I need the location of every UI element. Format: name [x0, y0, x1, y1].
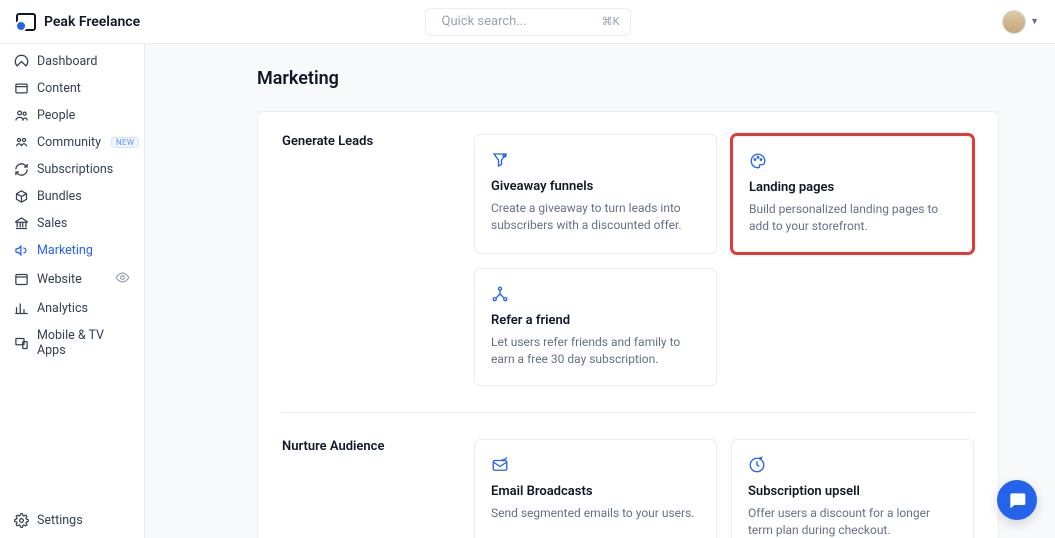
brand-logo-icon — [16, 13, 36, 31]
card-title: Refer a friend — [491, 313, 700, 328]
community-icon — [14, 135, 29, 150]
sidebar-item-settings[interactable]: Settings — [0, 507, 144, 534]
avatar — [1002, 10, 1026, 34]
sidebar-item-label: Sales — [37, 216, 67, 231]
sidebar-item-label: Subscriptions — [37, 162, 113, 177]
card-landing-pages[interactable]: Landing pages Build personalized landing… — [731, 134, 974, 254]
sidebar-item-label: Community — [37, 135, 101, 150]
bank-icon — [14, 216, 29, 231]
refresh-icon — [14, 162, 29, 177]
card-title: Giveaway funnels — [491, 179, 700, 194]
megaphone-icon — [14, 243, 29, 258]
search-shortcut: ⌘K — [602, 15, 620, 28]
sidebar-item-label: Settings — [37, 513, 83, 528]
sidebar-item-label: People — [37, 108, 75, 123]
chart-icon — [14, 301, 29, 316]
palette-icon — [749, 152, 767, 170]
section-title: Nurture Audience — [282, 439, 450, 538]
package-icon — [14, 189, 29, 204]
card-title: Email Broadcasts — [491, 484, 700, 499]
card-desc: Build personalized landing pages to add … — [749, 201, 956, 236]
sidebar-item-mobile-tv[interactable]: Mobile & TV Apps — [0, 322, 144, 364]
sidebar-item-subscriptions[interactable]: Subscriptions — [0, 156, 144, 183]
sidebar: Dashboard Content People Community NEW S… — [0, 44, 145, 538]
card-giveaway-funnels[interactable]: Giveaway funnels Create a giveaway to tu… — [474, 134, 717, 254]
sidebar-item-bundles[interactable]: Bundles — [0, 183, 144, 210]
section-title: Generate Leads — [282, 134, 450, 386]
search-placeholder: Quick search... — [442, 14, 527, 29]
funnel-icon — [491, 151, 509, 169]
sidebar-item-community[interactable]: Community NEW — [0, 129, 144, 156]
sidebar-item-marketing[interactable]: Marketing — [0, 237, 144, 264]
sidebar-item-website[interactable]: Website — [0, 264, 144, 295]
sidebar-item-analytics[interactable]: Analytics — [0, 295, 144, 322]
sidebar-item-label: Content — [37, 81, 81, 96]
eye-icon — [115, 270, 130, 289]
card-email-broadcasts[interactable]: Email Broadcasts Send segmented emails t… — [474, 439, 717, 538]
folder-icon — [14, 81, 29, 96]
card-desc: Create a giveaway to turn leads into sub… — [491, 200, 700, 235]
card-subscription-upsell[interactable]: Subscription upsell Offer users a discou… — [731, 439, 974, 538]
sidebar-item-label: Bundles — [37, 189, 82, 204]
section-generate-leads: Generate Leads Giveaway funnels Create a… — [282, 134, 974, 412]
section-nurture-audience: Nurture Audience Email Broadcasts Send s… — [282, 412, 974, 538]
card-refer-friend[interactable]: Refer a friend Let users refer friends a… — [474, 268, 717, 386]
clock-arrow-icon — [748, 456, 766, 474]
sidebar-item-label: Mobile & TV Apps — [37, 328, 130, 358]
sidebar-item-label: Analytics — [37, 301, 88, 316]
sidebar-item-dashboard[interactable]: Dashboard — [0, 48, 144, 75]
brand[interactable]: Peak Freelance — [16, 13, 140, 31]
search-input[interactable]: Quick search... ⌘K — [425, 8, 631, 36]
new-badge: NEW — [111, 137, 139, 148]
gauge-icon — [14, 54, 29, 69]
main-content: Marketing Generate Leads Giveaway funnel… — [145, 44, 1055, 538]
page-title: Marketing — [257, 68, 999, 89]
brand-name: Peak Freelance — [44, 14, 140, 30]
card-title: Subscription upsell — [748, 484, 957, 499]
sidebar-item-people[interactable]: People — [0, 102, 144, 129]
sidebar-item-label: Marketing — [37, 243, 93, 258]
topbar: Peak Freelance Quick search... ⌘K ▼ — [0, 0, 1055, 44]
chat-widget[interactable] — [997, 480, 1037, 520]
card-desc: Send segmented emails to your users. — [491, 505, 700, 522]
chevron-down-icon: ▼ — [1030, 16, 1039, 27]
user-menu[interactable]: ▼ — [1002, 10, 1039, 34]
sidebar-item-label: Dashboard — [37, 54, 97, 69]
users-icon — [14, 108, 29, 123]
sidebar-item-content[interactable]: Content — [0, 75, 144, 102]
sidebar-item-sales[interactable]: Sales — [0, 210, 144, 237]
browser-icon — [14, 272, 29, 287]
card-title: Landing pages — [749, 180, 956, 195]
share-icon — [491, 285, 509, 303]
mail-icon — [491, 456, 509, 474]
card-desc: Offer users a discount for a longer term… — [748, 505, 957, 538]
card-desc: Let users refer friends and family to ea… — [491, 334, 700, 369]
panel: Generate Leads Giveaway funnels Create a… — [257, 111, 999, 538]
gear-icon — [14, 513, 29, 528]
sidebar-item-label: Website — [37, 272, 82, 287]
devices-icon — [14, 336, 29, 351]
